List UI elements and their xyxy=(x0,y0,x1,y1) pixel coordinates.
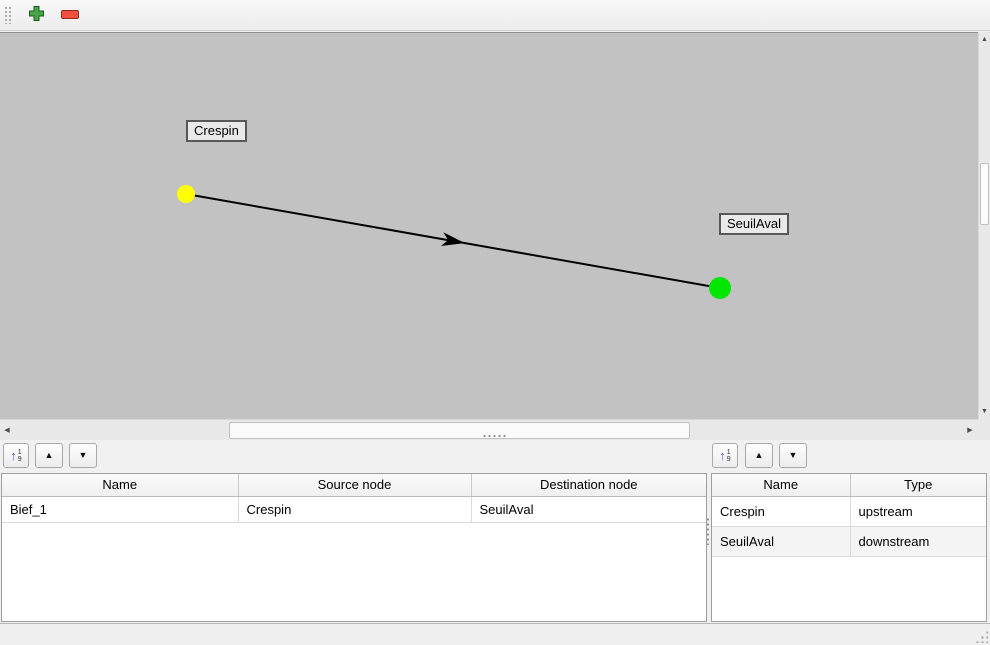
table-row[interactable]: Crespinupstream xyxy=(712,496,986,526)
resize-grip-icon[interactable] xyxy=(974,629,988,643)
column-header[interactable]: Source node xyxy=(238,474,471,496)
scroll-up-button[interactable]: ▲ xyxy=(979,32,990,47)
toolbar-drag-handle[interactable] xyxy=(4,6,12,24)
sort-ascending-icon: ↑ 1 9 xyxy=(10,449,21,463)
node-table-container: NameTypeCrespinupstreamSeuilAvaldownstre… xyxy=(711,473,987,622)
reach-table: NameSource nodeDestination nodeBief_1Cre… xyxy=(2,474,706,523)
column-header[interactable]: Name xyxy=(712,474,850,496)
column-header[interactable]: Destination node xyxy=(471,474,706,496)
column-header[interactable]: Name xyxy=(2,474,238,496)
add-button[interactable] xyxy=(22,2,50,28)
graph-node[interactable] xyxy=(709,277,731,299)
table-row[interactable]: Bief_1CrespinSeuilAval xyxy=(2,496,706,522)
reach-table-container: NameSource nodeDestination nodeBief_1Cre… xyxy=(1,473,707,622)
table-cell[interactable]: Bief_1 xyxy=(2,496,238,522)
network-canvas[interactable]: Crespin SeuilAval xyxy=(0,32,978,419)
plus-icon xyxy=(28,5,45,25)
node-label[interactable]: Crespin xyxy=(186,120,247,142)
reach-move-up-button[interactable]: ▲ xyxy=(35,443,63,468)
network-graph xyxy=(0,33,978,419)
table-cell[interactable]: downstream xyxy=(850,526,986,556)
scroll-down-button[interactable]: ▼ xyxy=(979,404,990,419)
graph-node[interactable] xyxy=(177,185,195,203)
table-cell[interactable]: upstream xyxy=(850,496,986,526)
node-sort-button[interactable]: ↑ 1 9 xyxy=(712,443,738,468)
header-row: NameSource nodeDestination node xyxy=(2,474,706,496)
table-cell[interactable]: Crespin xyxy=(238,496,471,522)
edge-direction-arrow-icon xyxy=(441,232,466,250)
scroll-left-button[interactable]: ◀ xyxy=(0,420,14,440)
horizontal-splitter-handle[interactable] xyxy=(482,434,508,438)
down-arrow-icon: ▼ xyxy=(789,451,798,460)
status-bar xyxy=(0,623,990,645)
vertical-scrollbar-thumb[interactable] xyxy=(980,163,989,225)
node-label[interactable]: SeuilAval xyxy=(719,213,789,235)
vertical-splitter-handle[interactable] xyxy=(706,517,710,545)
scrollbar-corner xyxy=(978,419,990,440)
table-cell[interactable]: SeuilAval xyxy=(712,526,850,556)
table-cell[interactable]: Crespin xyxy=(712,496,850,526)
application-window: CrespinSeuilAval ▲ ▼ ◀ ▶ ↑ 1 9 ▲ ▼ xyxy=(0,0,990,645)
up-arrow-icon: ▲ xyxy=(45,451,54,460)
up-arrow-icon: ▲ xyxy=(755,451,764,460)
node-move-up-button[interactable]: ▲ xyxy=(745,443,773,468)
table-row[interactable]: SeuilAvaldownstream xyxy=(712,526,986,556)
lower-pane: ↑ 1 9 ▲ ▼ ↑ 1 9 ▲ xyxy=(0,440,990,623)
remove-button[interactable] xyxy=(56,2,84,28)
horizontal-scrollbar-thumb[interactable] xyxy=(229,422,690,439)
header-row: NameType xyxy=(712,474,986,496)
node-table: NameTypeCrespinupstreamSeuilAvaldownstre… xyxy=(712,474,986,557)
down-arrow-icon: ▼ xyxy=(79,451,88,460)
minus-icon xyxy=(61,8,79,23)
reach-sort-button[interactable]: ↑ 1 9 xyxy=(3,443,29,468)
column-header[interactable]: Type xyxy=(850,474,986,496)
node-move-down-button[interactable]: ▼ xyxy=(779,443,807,468)
table-cell[interactable]: SeuilAval xyxy=(471,496,706,522)
canvas-vertical-scrollbar[interactable]: ▲ ▼ xyxy=(978,32,990,419)
main-toolbar xyxy=(0,0,990,31)
reach-move-down-button[interactable]: ▼ xyxy=(69,443,97,468)
sort-ascending-icon: ↑ 1 9 xyxy=(719,449,730,463)
scroll-right-button[interactable]: ▶ xyxy=(963,420,977,440)
